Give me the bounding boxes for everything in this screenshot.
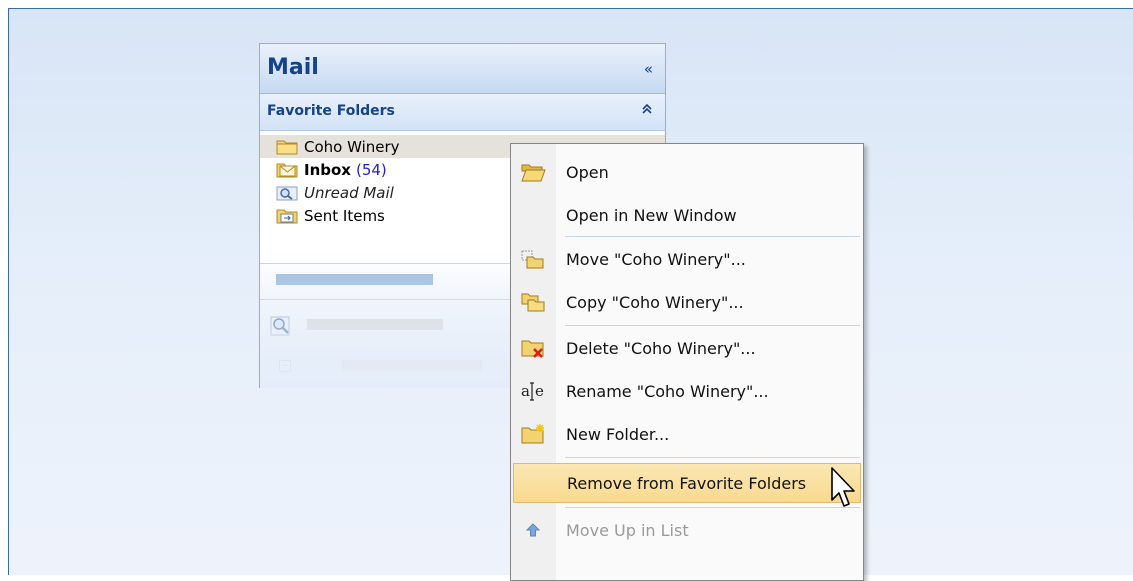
menu-item-remove-favorite[interactable]: Remove from Favorite Folders <box>513 463 861 503</box>
menu-item-move-up[interactable]: Move Up in List <box>513 510 861 550</box>
menu-separator <box>565 457 860 458</box>
collapse-section-icon[interactable] <box>641 103 653 119</box>
menu-item-rename[interactable]: ae Rename "Coho Winery"... <box>513 371 861 411</box>
menu-item-label: Move "Coho Winery"... <box>566 249 746 269</box>
mouse-cursor-icon <box>828 466 862 512</box>
svg-text:e: e <box>535 382 544 400</box>
menu-item-move[interactable]: Move "Coho Winery"... <box>513 239 861 279</box>
svg-text:a: a <box>521 382 530 400</box>
menu-item-label: Copy "Coho Winery"... <box>566 292 744 312</box>
open-folder-icon <box>520 161 546 183</box>
folder-context-menu: Open Open in New Window Move "Coho Winer… <box>510 143 864 581</box>
mail-title: Mail <box>267 55 319 80</box>
menu-item-label: Open <box>566 162 609 182</box>
menu-item-copy[interactable]: Copy "Coho Winery"... <box>513 282 861 322</box>
mail-header: Mail « <box>260 44 665 94</box>
menu-item-label: New Folder... <box>566 424 670 444</box>
menu-item-open-new-window[interactable]: Open in New Window <box>513 195 861 235</box>
new-folder-icon <box>520 423 546 445</box>
rename-icon: ae <box>520 380 546 402</box>
collapse-pane-icon[interactable]: « <box>644 60 653 78</box>
copy-folder-icon <box>520 291 546 313</box>
inbox-icon <box>276 161 298 178</box>
menu-item-label: Rename "Coho Winery"... <box>566 381 769 401</box>
menu-item-open[interactable]: Open <box>513 152 861 192</box>
favorite-folders-header[interactable]: Favorite Folders <box>260 94 665 131</box>
menu-item-label: Move Up in List <box>566 520 689 540</box>
menu-separator <box>565 325 860 326</box>
folder-label: Coho Winery <box>304 137 400 156</box>
arrow-up-icon <box>520 519 546 541</box>
menu-separator <box>565 507 860 508</box>
unread-count: (54) <box>355 160 387 179</box>
sent-items-icon <box>276 207 298 224</box>
menu-item-delete[interactable]: Delete "Coho Winery"... <box>513 328 861 368</box>
folder-label: Unread Mail <box>304 183 394 202</box>
folder-icon <box>276 138 298 155</box>
move-folder-icon <box>520 248 546 270</box>
search-folder-icon <box>276 184 298 201</box>
menu-separator <box>565 236 860 237</box>
folder-label: Inbox <box>304 160 351 179</box>
menu-item-label: Remove from Favorite Folders <box>567 473 807 493</box>
menu-item-label: Open in New Window <box>566 205 737 225</box>
menu-item-label: Delete "Coho Winery"... <box>566 338 756 358</box>
delete-folder-icon <box>520 337 546 359</box>
folder-label: Sent Items <box>304 206 385 225</box>
favorite-folders-title: Favorite Folders <box>267 103 395 119</box>
menu-item-new-folder[interactable]: New Folder... <box>513 414 861 454</box>
